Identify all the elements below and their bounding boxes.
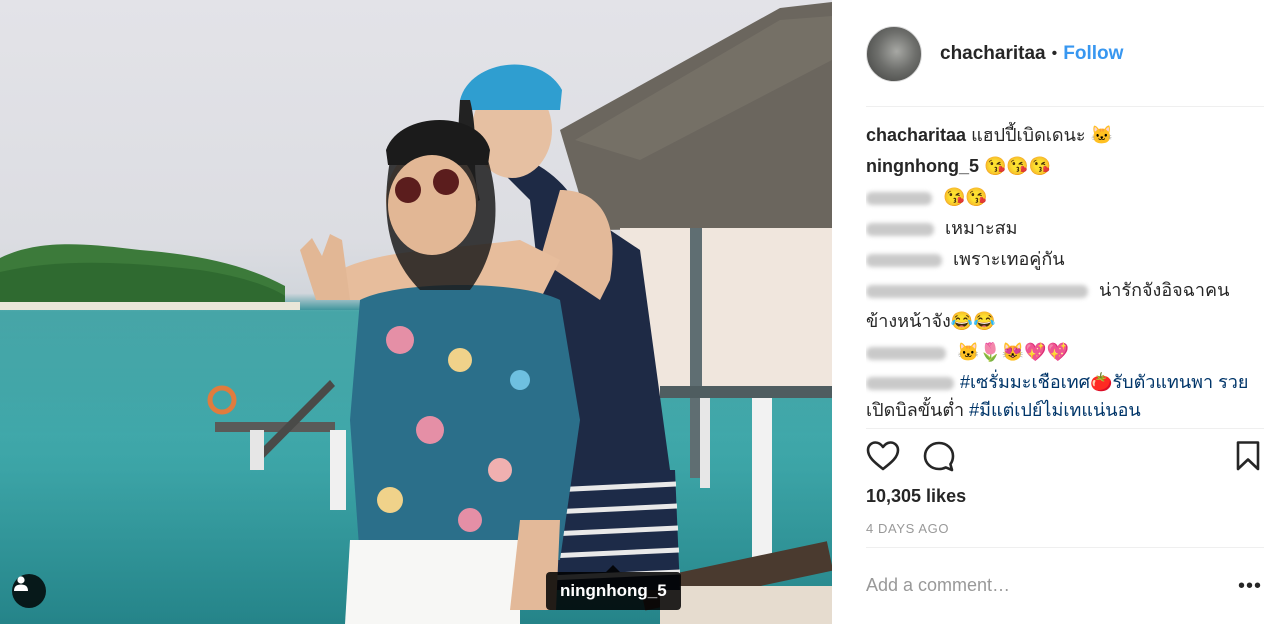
comment-text: แฮปปี้เบิดเดนะ 🐱 xyxy=(966,125,1113,145)
follow-button[interactable]: Follow xyxy=(1063,43,1123,65)
blurred-username[interactable] xyxy=(866,284,1088,298)
blurred-username[interactable] xyxy=(866,253,942,267)
bookmark-icon xyxy=(1236,441,1260,471)
blurred-username[interactable] xyxy=(866,222,934,236)
blurred-username[interactable] xyxy=(866,346,946,360)
like-button[interactable] xyxy=(866,440,900,477)
photo-scene xyxy=(0,2,832,624)
comment-item: chacharitaa แฮปปี้เบิดเดนะ 🐱 xyxy=(866,120,1262,151)
photo-user-tag[interactable]: ningnhong_5 xyxy=(546,565,681,610)
divider xyxy=(866,428,1264,429)
comment-text: เพราะเทอคู่กัน xyxy=(948,249,1065,269)
comment-item: น่ารักจังอิจฉาคน ข้างหน้าจัง😂😂 xyxy=(866,275,1262,337)
comment-text: เปิดบิลขั้นต่ำ xyxy=(866,400,970,420)
comment-username[interactable]: chacharitaa xyxy=(866,125,966,145)
more-options-button[interactable]: ••• xyxy=(1238,575,1262,598)
like-count[interactable]: 10,305 likes xyxy=(866,486,966,507)
header-separator: • xyxy=(1051,45,1058,62)
divider xyxy=(866,106,1264,107)
comment-text: เหมาะสม xyxy=(940,218,1018,238)
post-photo[interactable]: ningnhong_5 xyxy=(0,0,832,624)
post-timestamp[interactable]: 4 DAYS AGO xyxy=(866,521,949,536)
person-tag-icon xyxy=(14,576,28,591)
comment-text: 🐱🌷😻💖💖 xyxy=(952,342,1070,362)
hashtag-link[interactable]: #มีแต่เปย์ไม่เทแน่นอน xyxy=(969,400,1141,420)
comment-text: 😘😘😘 xyxy=(978,156,1052,176)
comment-item: ningnhong_5 😘😘😘 xyxy=(866,151,1262,182)
comment-text: 😘😘 xyxy=(938,187,988,207)
hashtag-link[interactable]: #เซรั่มมะเชือเทศ🍅รับตัวแทนพา รวย xyxy=(960,372,1248,392)
user-tag-button[interactable] xyxy=(12,574,46,608)
comment-item: #เซรั่มมะเชือเทศ🍅รับตัวแทนพา รวย เปิดบิล… xyxy=(866,368,1262,424)
avatar[interactable] xyxy=(866,26,922,82)
comment-item: 😘😘 xyxy=(866,182,1262,213)
comment-username[interactable]: ningnhong_5 xyxy=(866,156,979,176)
divider xyxy=(866,547,1264,548)
action-bar xyxy=(866,440,1262,480)
comment-list[interactable]: chacharitaa แฮปปี้เบิดเดนะ 🐱 ningnhong_5… xyxy=(866,120,1262,426)
comment-item: 🐱🌷😻💖💖 xyxy=(866,337,1262,368)
heart-icon xyxy=(866,441,900,471)
blurred-username[interactable] xyxy=(866,191,932,205)
post-header: chacharitaa • Follow xyxy=(866,26,1264,82)
comment-bubble-icon xyxy=(923,441,955,472)
author-username[interactable]: chacharitaa xyxy=(940,43,1046,65)
blurred-username[interactable] xyxy=(866,376,954,390)
save-button[interactable] xyxy=(1234,440,1262,477)
add-comment-input[interactable] xyxy=(866,570,1196,600)
post-side-panel: chacharitaa • Follow chacharitaa แฮปปี้เ… xyxy=(832,0,1280,624)
comment-item: เพราะเทอคู่กัน xyxy=(866,244,1262,275)
comment-button[interactable] xyxy=(922,440,956,479)
comment-item: เหมาะสม xyxy=(866,213,1262,244)
